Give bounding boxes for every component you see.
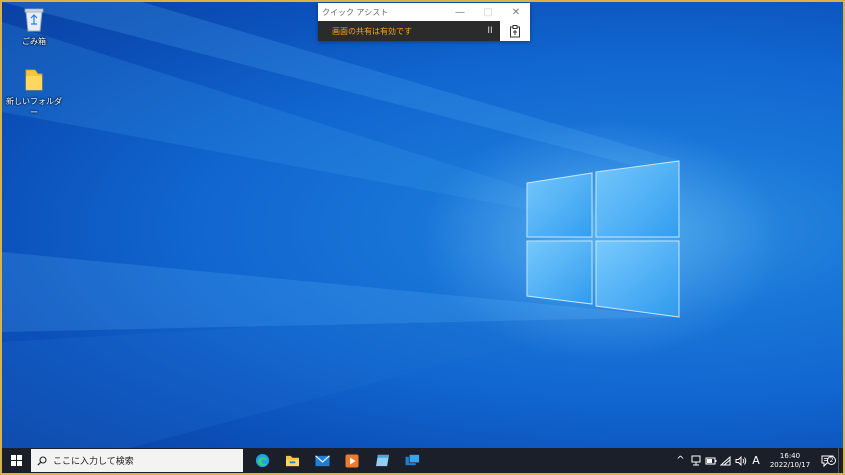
- recycle-bin-shortcut[interactable]: ごみ箱: [6, 6, 62, 47]
- ethernet-icon: [691, 455, 700, 466]
- pause-button[interactable]: II: [480, 26, 500, 36]
- wifi-tray[interactable]: [718, 455, 733, 466]
- new-folder-label: 新しいフォルダー: [6, 97, 62, 117]
- clock[interactable]: 16:40 2022/10/17: [768, 452, 812, 470]
- network-status-tray[interactable]: [688, 455, 703, 466]
- clipboard-button[interactable]: [500, 21, 530, 41]
- taskbar-app-notepad[interactable]: [367, 448, 397, 473]
- taskbar-app-edge[interactable]: [247, 448, 277, 473]
- battery-plug-icon: [705, 457, 716, 465]
- show-hidden-icons-chevron[interactable]: ^: [673, 455, 688, 466]
- start-button[interactable]: [2, 448, 30, 473]
- media-player-icon: [345, 454, 359, 467]
- quick-assist-title: クイック アシスト: [322, 7, 389, 17]
- mail-icon: [314, 454, 330, 466]
- wifi-icon: [720, 455, 731, 465]
- taskbar-app-media-player[interactable]: [337, 448, 367, 473]
- quick-assist-app-icon: [405, 454, 420, 466]
- search-icon: [37, 455, 47, 466]
- desktop-screen: ごみ箱 新しいフォルダー クイック アシスト — □ ✕ 画面の共有は有効です …: [0, 0, 845, 475]
- clock-date: 2022/10/17: [769, 460, 811, 469]
- notepad-icon: [375, 454, 389, 467]
- sharing-status-bar: 画面の共有は有効です II: [318, 21, 500, 41]
- taskbar: ここに入力して検索 ^ A 16:40 2022/10/17 2: [2, 448, 843, 473]
- new-folder-shortcut[interactable]: 新しいフォルダー: [6, 68, 62, 118]
- system-tray: ^ A 16:40 2022/10/17 2: [673, 448, 843, 473]
- notification-center-button[interactable]: 2: [816, 455, 838, 467]
- windows-start-icon: [10, 455, 22, 466]
- taskbar-app-file-explorer[interactable]: [277, 448, 307, 473]
- edge-icon: [255, 453, 269, 468]
- search-placeholder: ここに入力して検索: [53, 457, 134, 467]
- folder-icon: [25, 69, 43, 91]
- battery-tray[interactable]: [703, 456, 718, 465]
- minimize-button[interactable]: —: [446, 3, 474, 21]
- taskbar-search-box[interactable]: ここに入力して検索: [31, 449, 243, 472]
- taskbar-app-mail[interactable]: [307, 448, 337, 473]
- taskbar-app-quick-assist[interactable]: [397, 448, 427, 473]
- quick-assist-titlebar[interactable]: クイック アシスト — □ ✕: [318, 3, 530, 21]
- sharing-status-text: 画面の共有は有効です: [332, 26, 412, 36]
- show-desktop-button[interactable]: [838, 448, 843, 473]
- volume-tray[interactable]: [733, 455, 748, 466]
- recycle-bin-label: ごみ箱: [22, 37, 46, 46]
- notification-count-badge: 2: [827, 455, 836, 465]
- speaker-icon: [735, 455, 746, 466]
- quick-assist-window: クイック アシスト — □ ✕ 画面の共有は有効です II: [318, 3, 530, 41]
- close-button[interactable]: ✕: [502, 3, 530, 21]
- clipboard-icon: [510, 24, 520, 37]
- quick-assist-toolbar: 画面の共有は有効です II: [318, 21, 530, 41]
- recycle-bin-icon: [24, 8, 44, 32]
- file-explorer-icon: [285, 455, 299, 467]
- taskbar-apps: [247, 448, 427, 473]
- maximize-button[interactable]: □: [474, 3, 502, 21]
- clock-time: 16:40: [779, 451, 801, 460]
- windows-wallpaper: [2, 2, 782, 450]
- ime-mode-indicator[interactable]: A: [748, 454, 764, 467]
